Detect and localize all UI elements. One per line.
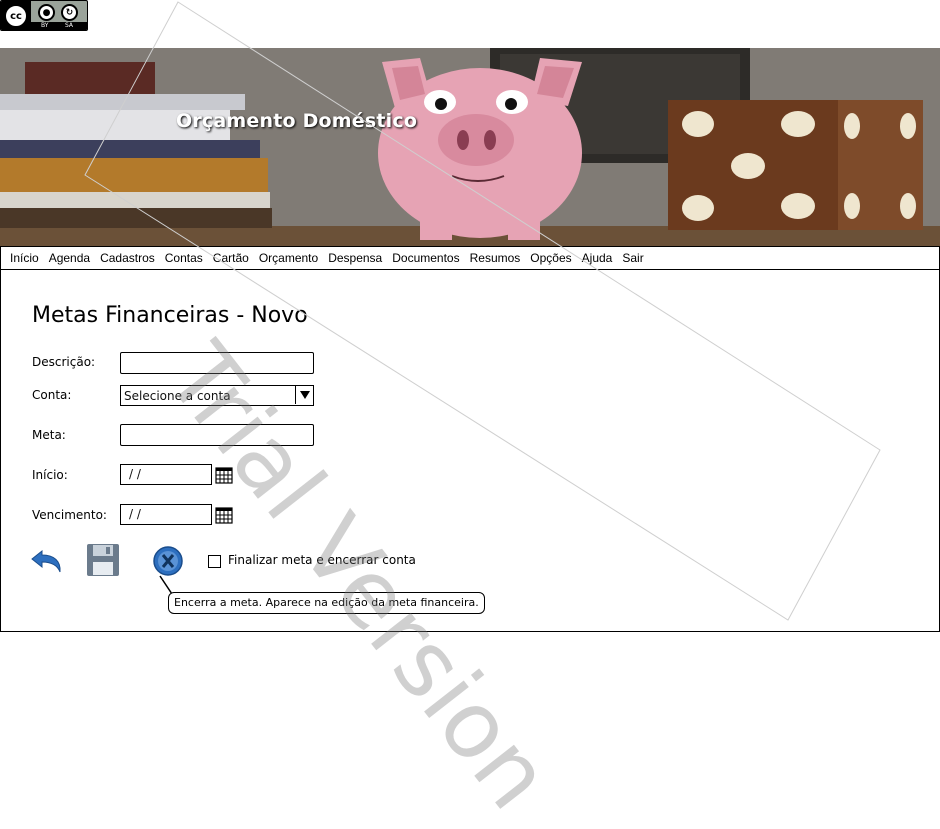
dropdown-arrow-icon[interactable] bbox=[295, 386, 313, 404]
nav-item-agenda[interactable]: Agenda bbox=[49, 251, 90, 265]
nav-item-sair[interactable]: Sair bbox=[622, 251, 643, 265]
nav-item-contas[interactable]: Contas bbox=[165, 251, 203, 265]
meta-input[interactable] bbox=[120, 424, 314, 446]
page-title: Metas Financeiras - Novo bbox=[32, 303, 308, 328]
inicio-label: Início: bbox=[32, 468, 68, 482]
close-goal-tooltip: Encerra a meta. Aparece na edição da met… bbox=[168, 592, 485, 614]
cc-icon: cc bbox=[4, 4, 28, 28]
conta-select-value: Selecione a conta bbox=[124, 389, 231, 403]
meta-label: Meta: bbox=[32, 428, 66, 442]
nav-item-resumos[interactable]: Resumos bbox=[470, 251, 521, 265]
sa-label: SA bbox=[65, 22, 74, 29]
close-goal-icon[interactable] bbox=[152, 545, 184, 577]
nav-item-cartao[interactable]: Cartão bbox=[213, 251, 249, 265]
nav-item-inicio[interactable]: Início bbox=[10, 251, 39, 265]
vencimento-date-input[interactable]: / / bbox=[120, 504, 212, 525]
by-label: BY bbox=[41, 22, 49, 29]
nav-item-opcoes[interactable]: Opções bbox=[530, 251, 571, 265]
conta-select[interactable]: Selecione a conta bbox=[120, 385, 314, 406]
inicio-date-input[interactable]: / / bbox=[120, 464, 212, 485]
finalizar-label: Finalizar meta e encerrar conta bbox=[228, 553, 416, 567]
nav-item-ajuda[interactable]: Ajuda bbox=[582, 251, 613, 265]
main-navbar: Início Agenda Cadastros Contas Cartão Or… bbox=[0, 246, 940, 270]
conta-label: Conta: bbox=[32, 388, 72, 402]
vencimento-label: Vencimento: bbox=[32, 508, 107, 522]
cc-badge-left: cc bbox=[1, 1, 31, 30]
cc-badge-footer: BY SA bbox=[31, 22, 87, 30]
undo-back-icon[interactable] bbox=[30, 543, 66, 577]
cc-license-badge: cc ● ↻ BY SA bbox=[0, 0, 88, 31]
nav-item-cadastros[interactable]: Cadastros bbox=[100, 251, 155, 265]
nav-item-documentos[interactable]: Documentos bbox=[392, 251, 459, 265]
by-person-icon: ● bbox=[38, 4, 55, 21]
save-icon[interactable] bbox=[86, 543, 120, 577]
calendar-icon[interactable] bbox=[215, 506, 233, 524]
header-banner: Orçamento Doméstico bbox=[0, 48, 940, 246]
nav-item-orcamento[interactable]: Orçamento bbox=[259, 251, 318, 265]
share-alike-icon: ↻ bbox=[61, 4, 78, 21]
app-title: Orçamento Doméstico bbox=[176, 110, 418, 132]
banner-illustration bbox=[0, 48, 940, 246]
finalizar-checkbox[interactable] bbox=[208, 555, 221, 568]
descricao-label: Descrição: bbox=[32, 355, 96, 369]
calendar-icon[interactable] bbox=[215, 466, 233, 484]
nav-item-despensa[interactable]: Despensa bbox=[328, 251, 382, 265]
descricao-input[interactable] bbox=[120, 352, 314, 374]
